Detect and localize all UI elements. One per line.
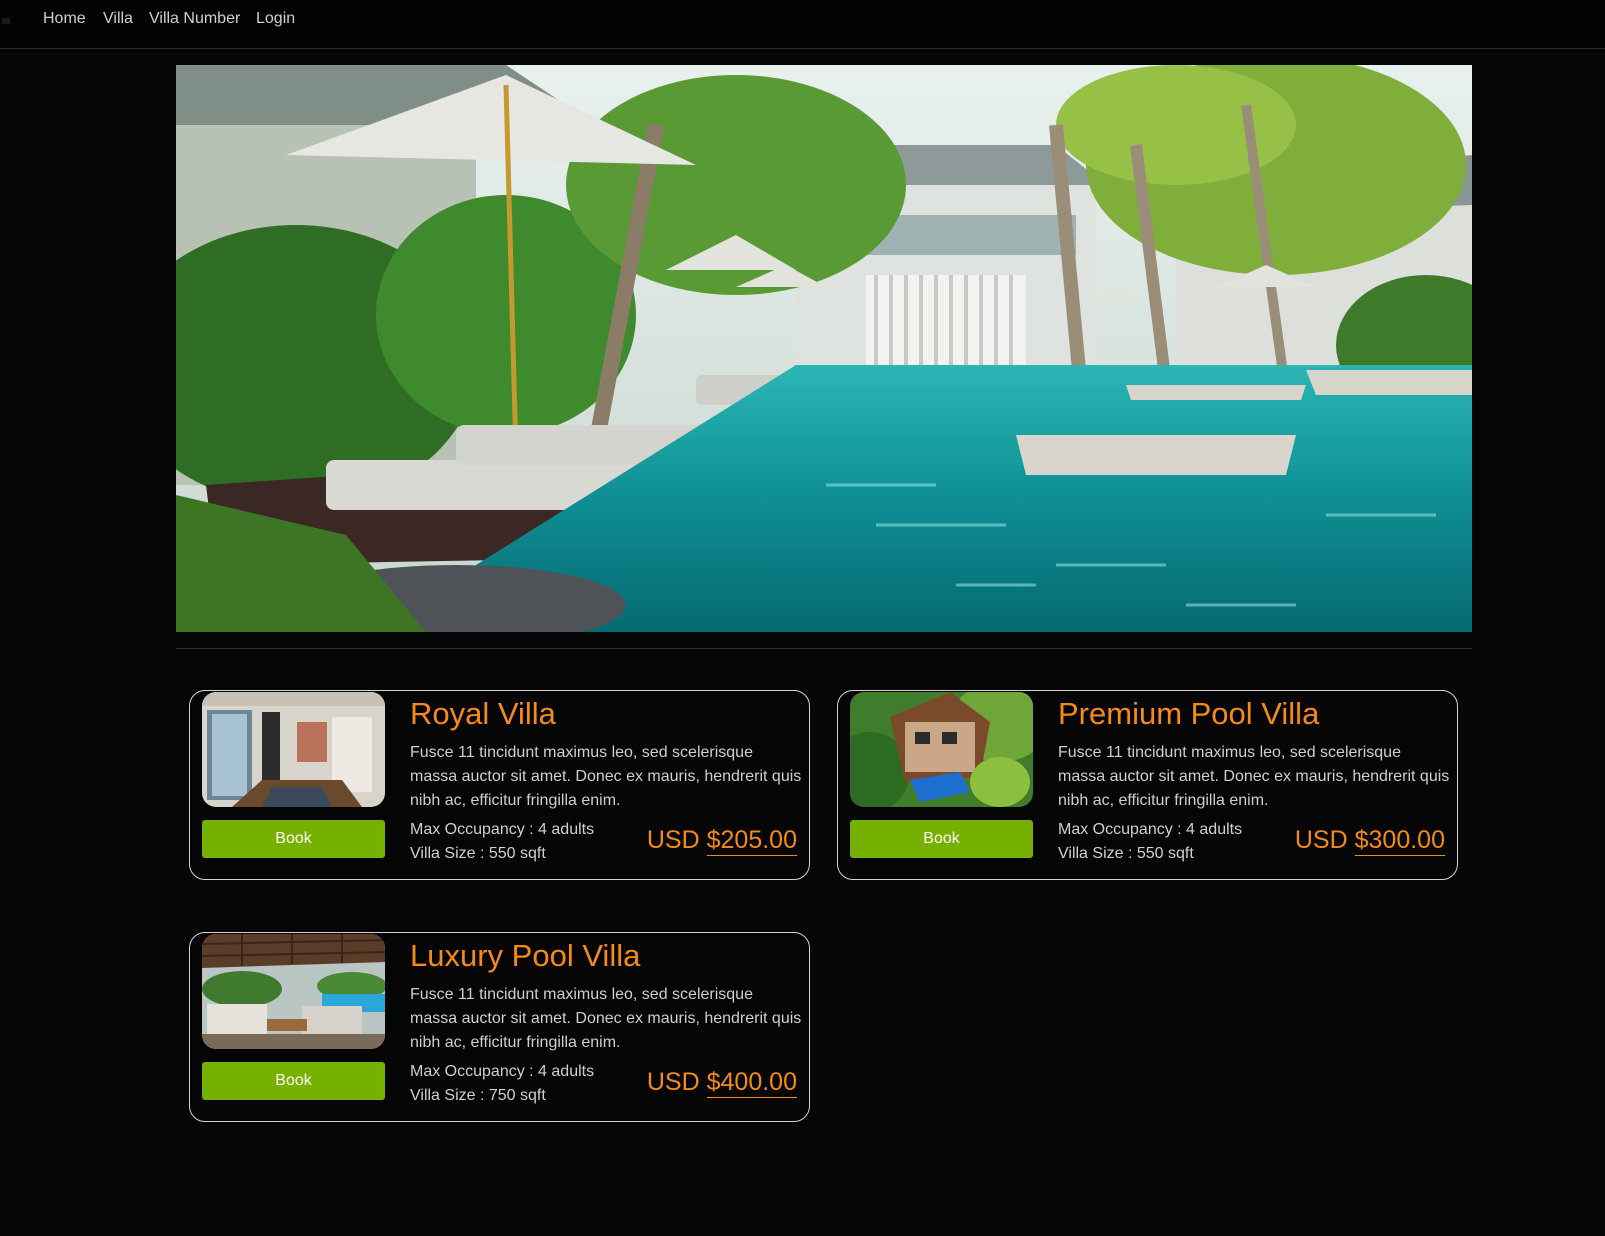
price-amount: $400.00 [706,1068,797,1098]
villa-description: Fusce 11 tincidunt maximus leo, sed scel… [1058,744,1450,809]
villa-price: USD $400.00 [646,1068,797,1098]
villa-name: Luxury Pool Villa [410,938,641,973]
villa-card: Book Luxury Pool Villa Fusce 11 tincidun… [189,932,810,1122]
price-currency: USD [1294,826,1348,854]
villa-size: Villa Size : 750 sqft [410,1087,546,1104]
nav-login[interactable]: Login [256,10,295,28]
brand-logo-icon[interactable] [0,10,20,30]
villa-thumbnail [202,692,385,807]
villa-price: USD $205.00 [646,826,797,856]
villa-description: Fusce 11 tincidunt maximus leo, sed scel… [410,986,802,1051]
villa-occupancy: Max Occupancy : 4 adults [1058,821,1243,838]
nav-villa-number[interactable]: Villa Number [149,10,240,28]
price-amount: $205.00 [706,826,797,856]
villa-occupancy: Max Occupancy : 4 adults [410,1063,595,1080]
villa-card: Book Royal Villa Fusce 11 tincidunt maxi… [189,690,810,880]
price-currency: USD [646,826,700,854]
hero-image [176,65,1472,632]
book-button[interactable]: Book [850,820,1033,858]
villa-occupancy: Max Occupancy : 4 adults [410,821,595,838]
price-amount: $300.00 [1354,826,1445,856]
villa-price: USD $300.00 [1294,826,1445,856]
price-currency: USD [646,1068,700,1096]
book-button[interactable]: Book [202,820,385,858]
nav-villa[interactable]: Villa [103,10,133,28]
nav-home[interactable]: Home [43,10,86,28]
section-divider [176,648,1472,649]
villa-size: Villa Size : 550 sqft [1058,845,1194,862]
villa-size: Villa Size : 550 sqft [410,845,546,862]
villa-description: Fusce 11 tincidunt maximus leo, sed scel… [410,744,802,809]
villa-thumbnail [202,934,385,1049]
villa-card: Book Premium Pool Villa Fusce 11 tincidu… [837,690,1458,880]
villa-thumbnail [850,692,1033,807]
villa-name: Premium Pool Villa [1058,696,1320,731]
villa-name: Royal Villa [410,696,556,731]
book-button[interactable]: Book [202,1062,385,1100]
navbar: Home Villa Villa Number Login [0,0,1605,49]
